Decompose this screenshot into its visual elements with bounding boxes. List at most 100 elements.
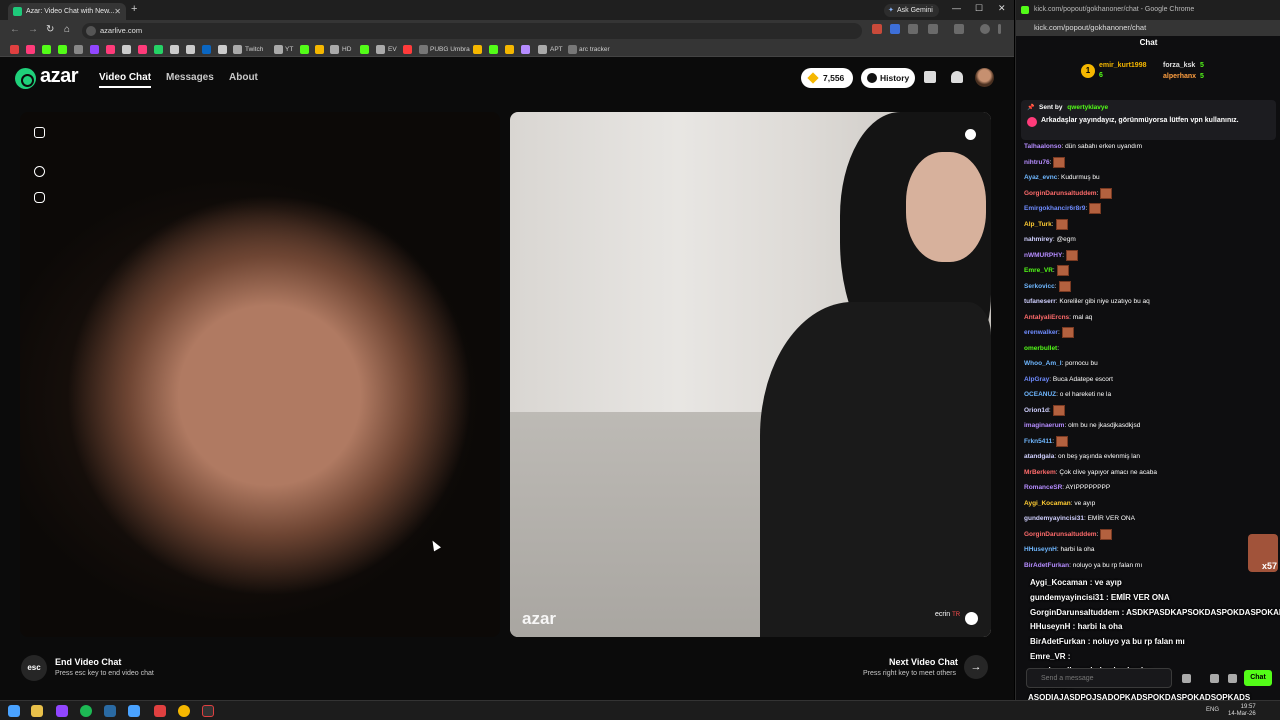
side-panel-icon[interactable] <box>954 24 964 34</box>
folder-icon[interactable] <box>233 45 242 54</box>
bookmark-icon[interactable] <box>202 45 211 54</box>
bookmark-ev[interactable]: EV <box>388 42 397 57</box>
app-icon[interactable] <box>154 705 166 717</box>
folder-icon[interactable] <box>274 45 283 54</box>
obs-icon[interactable] <box>202 705 214 717</box>
bookmark-icon[interactable] <box>26 45 35 54</box>
bookmark-icon[interactable] <box>300 45 309 54</box>
info-icon[interactable] <box>965 129 976 140</box>
settings-icon[interactable] <box>1228 674 1237 683</box>
extensions-puzzle-icon[interactable] <box>928 24 938 34</box>
bookmark-yt[interactable]: YT <box>285 42 293 57</box>
chat-username[interactable]: Alp_Turk <box>1024 221 1052 228</box>
steam-icon[interactable] <box>104 705 116 717</box>
chat-username[interactable]: Talhaalonso <box>1024 143 1061 150</box>
bookmark-icon[interactable] <box>138 45 147 54</box>
top-user-2[interactable]: forza_ksk <box>1163 62 1195 69</box>
gems-button[interactable]: 7,556 <box>801 68 853 88</box>
chat-username[interactable]: imaginaerum <box>1024 422 1064 429</box>
bookmark-pubg[interactable]: PUBG Umbra <box>430 42 470 57</box>
bookmark-icon[interactable] <box>90 45 99 54</box>
folder-icon[interactable] <box>330 45 339 54</box>
bookmark-icon[interactable] <box>360 45 369 54</box>
spotify-icon[interactable] <box>80 705 92 717</box>
bookmark-icon[interactable] <box>403 45 412 54</box>
chat-username[interactable]: OCEANUZ <box>1024 391 1056 398</box>
home-icon[interactable]: ⌂ <box>64 24 70 35</box>
end-chat-button[interactable]: esc <box>21 655 47 681</box>
send-message-input[interactable]: Send a message <box>1026 668 1172 688</box>
gift-icon[interactable] <box>1210 674 1219 683</box>
bookmark-icon[interactable] <box>106 45 115 54</box>
start-icon[interactable] <box>8 705 20 717</box>
folder-icon[interactable] <box>538 45 547 54</box>
chat-username[interactable]: erenwalker <box>1024 329 1058 336</box>
bookmark-icon[interactable] <box>315 45 324 54</box>
chat-username[interactable]: AntalyaliErcns <box>1024 314 1069 321</box>
chat-username[interactable]: GorginDarunsaltuddem <box>1024 190 1097 197</box>
reload-icon[interactable]: ↻ <box>46 24 54 35</box>
new-tab-button[interactable]: + <box>131 3 137 15</box>
bookmark-icon[interactable] <box>568 45 577 54</box>
more-options-icon[interactable] <box>965 612 978 625</box>
tab-close-icon[interactable]: ✕ <box>114 3 121 20</box>
forward-icon[interactable]: → <box>28 24 38 35</box>
top-user-3[interactable]: alperhanx <box>1163 73 1196 80</box>
top-user-1[interactable]: emir_kurt1998 <box>1099 62 1146 69</box>
avatar[interactable] <box>975 68 994 87</box>
next-chat-button[interactable]: → <box>964 655 988 679</box>
bookmark-icon[interactable] <box>74 45 83 54</box>
language-indicator[interactable]: ENG <box>1206 707 1219 713</box>
chat-username[interactable]: Serkovicc <box>1024 283 1055 290</box>
extension-icon[interactable] <box>890 24 900 34</box>
menu-kebab-icon[interactable] <box>998 24 1001 34</box>
chat-username[interactable]: BirAdetFurkan <box>1024 562 1069 569</box>
history-button[interactable]: History <box>861 68 915 88</box>
bookmark-icon[interactable] <box>521 45 530 54</box>
chat-username[interactable]: Whoo_Am_I <box>1024 360 1062 367</box>
nav-messages[interactable]: Messages <box>166 72 214 83</box>
bookmark-apt[interactable]: APT <box>550 42 563 57</box>
bookmark-icon[interactable] <box>218 45 227 54</box>
bookmark-icon[interactable] <box>419 45 428 54</box>
bookmark-icon[interactable] <box>58 45 67 54</box>
chat-username[interactable]: nihtru76 <box>1024 159 1050 166</box>
emoji-icon[interactable] <box>1182 674 1191 683</box>
magic-wand-icon[interactable] <box>34 166 45 177</box>
azar-logo-icon[interactable] <box>15 68 36 89</box>
chat-username[interactable]: Emirgokhancir6r8r9 <box>1024 205 1085 212</box>
face-filter-icon[interactable] <box>34 192 45 203</box>
bookmark-icon[interactable] <box>122 45 131 54</box>
chat-username[interactable]: gundemyayincisi31 <box>1024 515 1084 522</box>
chat-username[interactable]: omerbullet <box>1024 345 1057 352</box>
bookmark-icon[interactable] <box>489 45 498 54</box>
chat-username[interactable]: nahmirey <box>1024 236 1053 243</box>
chat-username[interactable]: Aygi_Kocaman <box>1024 500 1071 507</box>
app-icon[interactable] <box>56 705 68 717</box>
site-info-icon[interactable] <box>86 26 96 36</box>
chat-username[interactable]: GorginDarunsaltuddem <box>1024 531 1097 538</box>
chat-username[interactable]: Frkn5411 <box>1024 438 1052 445</box>
bell-icon[interactable] <box>951 71 963 83</box>
ask-gemini-button[interactable]: Ask Gemini <box>884 4 939 17</box>
chat-username[interactable]: tufaneserr <box>1024 298 1056 305</box>
extension-icon[interactable] <box>872 24 882 34</box>
bookmark-icon[interactable] <box>42 45 51 54</box>
back-icon[interactable]: ← <box>10 24 20 35</box>
maximize-button[interactable]: ☐ <box>975 3 983 14</box>
chat-username[interactable]: HHuseynH <box>1024 546 1057 553</box>
minimize-button[interactable]: — <box>952 3 961 13</box>
chat-username[interactable]: Ayaz_evnc <box>1024 174 1057 181</box>
shop-icon[interactable] <box>924 71 936 83</box>
chat-username[interactable]: MrBerkem <box>1024 469 1056 476</box>
chat-send-button[interactable]: Chat <box>1244 670 1272 686</box>
profile-icon[interactable] <box>980 24 990 34</box>
address-bar[interactable]: azarlive.com <box>82 23 862 39</box>
chat-username[interactable]: RomanceSR <box>1024 484 1062 491</box>
nav-video-chat[interactable]: Video Chat <box>99 72 152 88</box>
file-explorer-icon[interactable] <box>31 705 43 717</box>
bookmark-icon[interactable] <box>10 45 19 54</box>
bookmark-hd[interactable]: HD <box>342 42 351 57</box>
close-window-button[interactable]: ✕ <box>998 3 1006 14</box>
chrome-icon[interactable] <box>178 705 190 717</box>
